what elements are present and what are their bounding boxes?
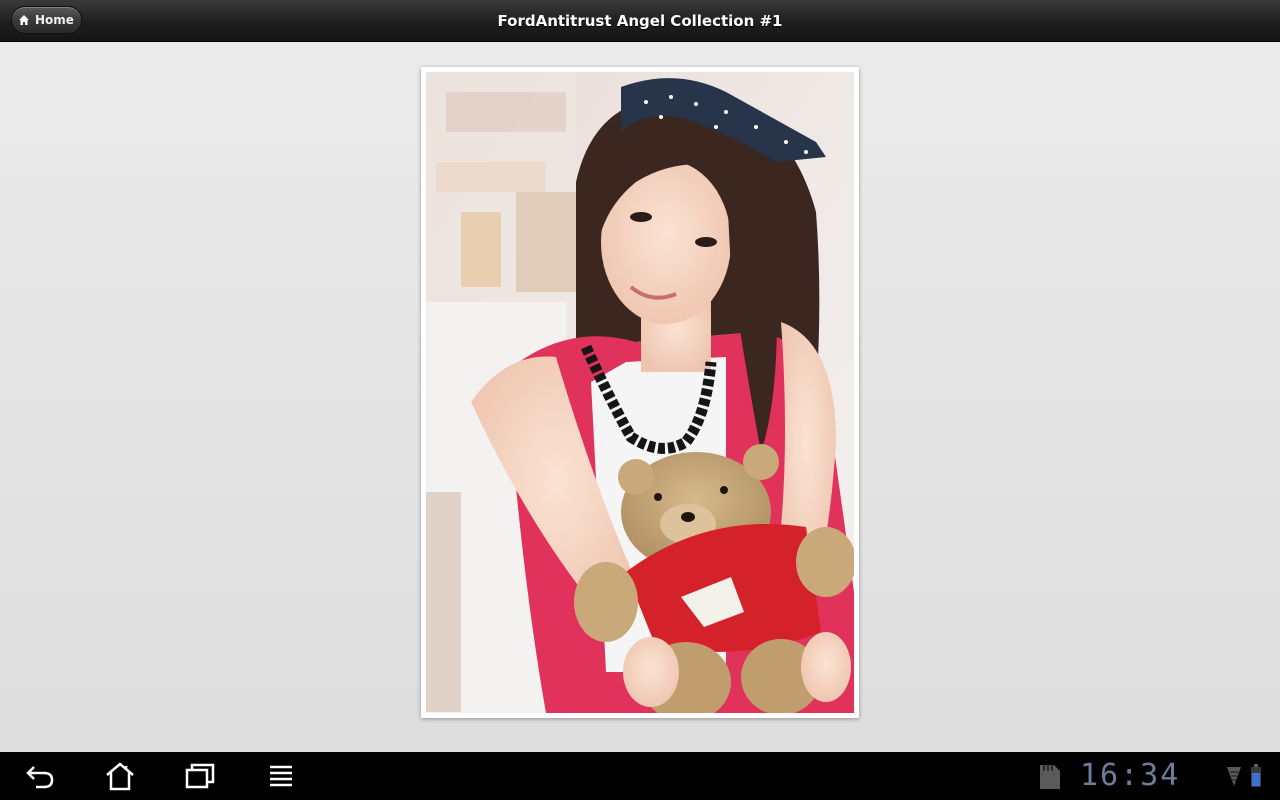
home-button[interactable]: Home bbox=[11, 6, 82, 34]
gallery-photo[interactable] bbox=[426, 72, 854, 713]
wifi-icon bbox=[1227, 767, 1241, 786]
home-nav-button[interactable] bbox=[100, 760, 140, 792]
page-title: FordAntitrust Angel Collection #1 bbox=[497, 11, 783, 30]
clock[interactable]: 16:34 bbox=[1080, 758, 1205, 794]
recent-apps-icon bbox=[185, 763, 215, 789]
action-bar: Home FordAntitrust Angel Collection #1 bbox=[0, 0, 1280, 42]
photo-frame[interactable] bbox=[421, 67, 859, 718]
battery-icon bbox=[1251, 764, 1261, 787]
menu-button[interactable] bbox=[261, 760, 301, 792]
home-icon bbox=[106, 762, 134, 791]
home-button-label: Home bbox=[35, 13, 74, 27]
menu-icon bbox=[270, 765, 292, 787]
sd-card-icon bbox=[1040, 765, 1060, 789]
house-icon bbox=[19, 15, 29, 25]
recent-apps-button[interactable] bbox=[180, 760, 220, 792]
back-icon bbox=[26, 766, 54, 789]
back-button[interactable] bbox=[20, 760, 60, 792]
